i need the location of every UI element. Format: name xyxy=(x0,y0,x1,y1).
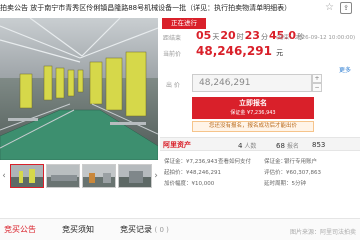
thumbnail[interactable] xyxy=(10,164,44,188)
tab-records-label: 竞买记录 xyxy=(120,225,152,234)
chevron-right-icon[interactable]: › xyxy=(152,170,160,182)
warehouse-image xyxy=(0,18,158,160)
reminders-count: 853 xyxy=(312,141,326,149)
chevron-left-icon[interactable]: ‹ xyxy=(0,170,8,182)
current-price-value: 48,246,291 xyxy=(196,44,272,58)
signup-button-label: 立即报名 xyxy=(239,99,267,107)
signup-button[interactable]: 立即报名 保证金 ¥7,236,943 xyxy=(192,97,314,119)
viewers-count: 4 xyxy=(238,142,243,150)
viewers-label: 人数 xyxy=(244,143,257,150)
end-time: (结束：2026-09-12 10:00:00) xyxy=(276,35,356,41)
more-link[interactable]: 更多 xyxy=(339,65,351,74)
unit-minute: 分 xyxy=(260,33,268,41)
reminders-stat: 853 xyxy=(312,141,325,149)
thumbnail-strip: ‹ › xyxy=(0,164,158,188)
stats-bar: 阿里资产 4 人数 68 报名 853 xyxy=(160,137,360,151)
signups-label: 报名 xyxy=(286,143,299,150)
thumbnail-image xyxy=(119,165,151,187)
unit-day: 天 xyxy=(212,33,220,41)
favorite-icon[interactable]: ☆ xyxy=(325,2,334,13)
bid-input[interactable]: 48,246,291 xyxy=(192,74,312,92)
current-price: 48,246,291 元 xyxy=(196,44,283,58)
signup-deposit: 保证金 ¥7,236,943 xyxy=(230,110,276,116)
bid-label: 出 价 xyxy=(166,82,180,89)
status-badge: 正在进行 xyxy=(162,18,206,29)
thumbnail[interactable] xyxy=(46,164,80,188)
unit-hour: 时 xyxy=(236,33,244,41)
tab-bar: 竞买公告 竞买须知 竞买记录 ( 0 ) 图片来源：阿里司法拍卖 xyxy=(0,218,360,240)
main-photo[interactable] xyxy=(0,18,158,160)
platform-logo: 阿里资产 xyxy=(163,141,191,149)
start-price-info: 起拍价：¥48,246,291 xyxy=(164,170,221,176)
tab-announcement[interactable]: 竞买公告 xyxy=(4,224,36,235)
auction-details: 保证金：¥7,236,943 查看如何支付 保证金： 银行专用账户 起拍价：¥4… xyxy=(160,154,360,190)
thumbnail-image xyxy=(11,165,43,187)
thumbnail-image xyxy=(83,165,115,187)
share-icon[interactable]: ⇪ xyxy=(340,2,352,14)
decrease-bid-button[interactable]: − xyxy=(312,83,322,92)
tab-announcement-label: 竞买公告 xyxy=(4,225,36,234)
tab-records[interactable]: 竞买记录 ( 0 ) xyxy=(120,224,169,235)
price-label: 当前价 xyxy=(163,51,182,58)
thumbnail-image xyxy=(47,165,79,187)
deposit-how-to-pay-link[interactable]: 查看如何支付 xyxy=(218,157,251,165)
deposit-info: 保证金：¥7,236,943 xyxy=(164,159,218,165)
period-info: 延时周期：5分钟 xyxy=(264,181,306,187)
increment-info: 加价幅度：¥10,000 xyxy=(164,181,215,187)
signups-stat: 68 报名 xyxy=(276,141,299,150)
thumbnail[interactable] xyxy=(82,164,116,188)
tab-records-count: ( 0 ) xyxy=(154,226,169,234)
countdown-days: 05 xyxy=(196,29,212,42)
tab-notice[interactable]: 竞买须知 xyxy=(62,224,94,235)
currency-unit: 元 xyxy=(276,49,284,57)
assessed-price-info: 评估价：¥60,307,863 xyxy=(264,170,321,176)
thumbnail[interactable] xyxy=(118,164,152,188)
bank-account-link[interactable]: 银行专用账户 xyxy=(284,157,317,165)
countdown-minutes: 23 xyxy=(244,29,260,42)
viewers-stat: 4 人数 xyxy=(238,141,256,150)
signup-warning: 您还没有报名，报名成功后才能出价 xyxy=(192,121,314,132)
image-source-watermark: 图片来源：阿里司法拍卖 xyxy=(289,229,356,236)
increase-bid-button[interactable]: + xyxy=(312,74,322,83)
countdown-label: 距结束 xyxy=(163,35,182,42)
page-title: 拍卖公告 放于南宁市青秀区伶俐镇昌隆路88号机械设备一批（详见：执行拍卖物清单明… xyxy=(0,4,292,12)
pay-method-label: 保证金： xyxy=(264,159,287,165)
countdown-hours: 20 xyxy=(220,29,236,42)
tab-notice-label: 竞买须知 xyxy=(62,225,94,234)
signups-count: 68 xyxy=(276,142,285,150)
